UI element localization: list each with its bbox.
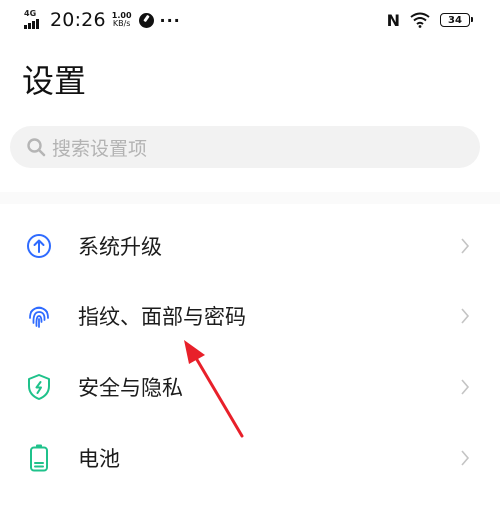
speed-unit: KB/s xyxy=(112,19,131,28)
settings-item-system-upgrade[interactable]: 系统升级 xyxy=(0,221,500,271)
settings-item-security-privacy[interactable]: 安全与隐私 xyxy=(0,362,500,412)
battery-icon xyxy=(24,443,54,473)
search-bar[interactable]: 搜索设置项 xyxy=(10,126,480,168)
settings-item-battery[interactable]: 电池 xyxy=(0,433,500,483)
network-type-label: 4G xyxy=(24,9,37,18)
battery-level: 34 xyxy=(448,14,462,26)
wifi-icon xyxy=(410,12,430,28)
settings-item-label: 安全与隐私 xyxy=(78,376,183,400)
search-icon xyxy=(27,138,46,157)
chevron-right-icon xyxy=(461,238,470,254)
chevron-right-icon xyxy=(461,450,470,466)
page-title: 设置 xyxy=(22,62,87,100)
settings-item-fingerprint-face-password[interactable]: 指纹、面部与密码 xyxy=(0,291,500,341)
chevron-right-icon xyxy=(461,308,470,324)
clock: 20:26 xyxy=(50,9,106,31)
fingerprint-icon xyxy=(24,301,54,331)
shield-icon xyxy=(24,372,54,402)
settings-item-label: 指纹、面部与密码 xyxy=(78,305,246,329)
network-speed: 1.00 KB/s xyxy=(112,12,132,28)
nfc-icon: N xyxy=(386,10,400,30)
settings-item-label: 电池 xyxy=(78,447,120,471)
more-notifications-icon: ··· xyxy=(159,10,181,30)
settings-item-label: 系统升级 xyxy=(78,235,162,259)
battery-indicator: 34 xyxy=(440,13,473,27)
notification-app-icon xyxy=(138,12,154,28)
upgrade-arrow-icon xyxy=(24,231,54,261)
section-divider xyxy=(0,192,500,204)
cellular-signal-icon: 4G xyxy=(24,10,46,30)
search-placeholder: 搜索设置项 xyxy=(52,137,148,160)
status-bar: 4G 20:26 1.00 KB/s ··· N 34 xyxy=(0,0,500,40)
chevron-right-icon xyxy=(461,379,470,395)
